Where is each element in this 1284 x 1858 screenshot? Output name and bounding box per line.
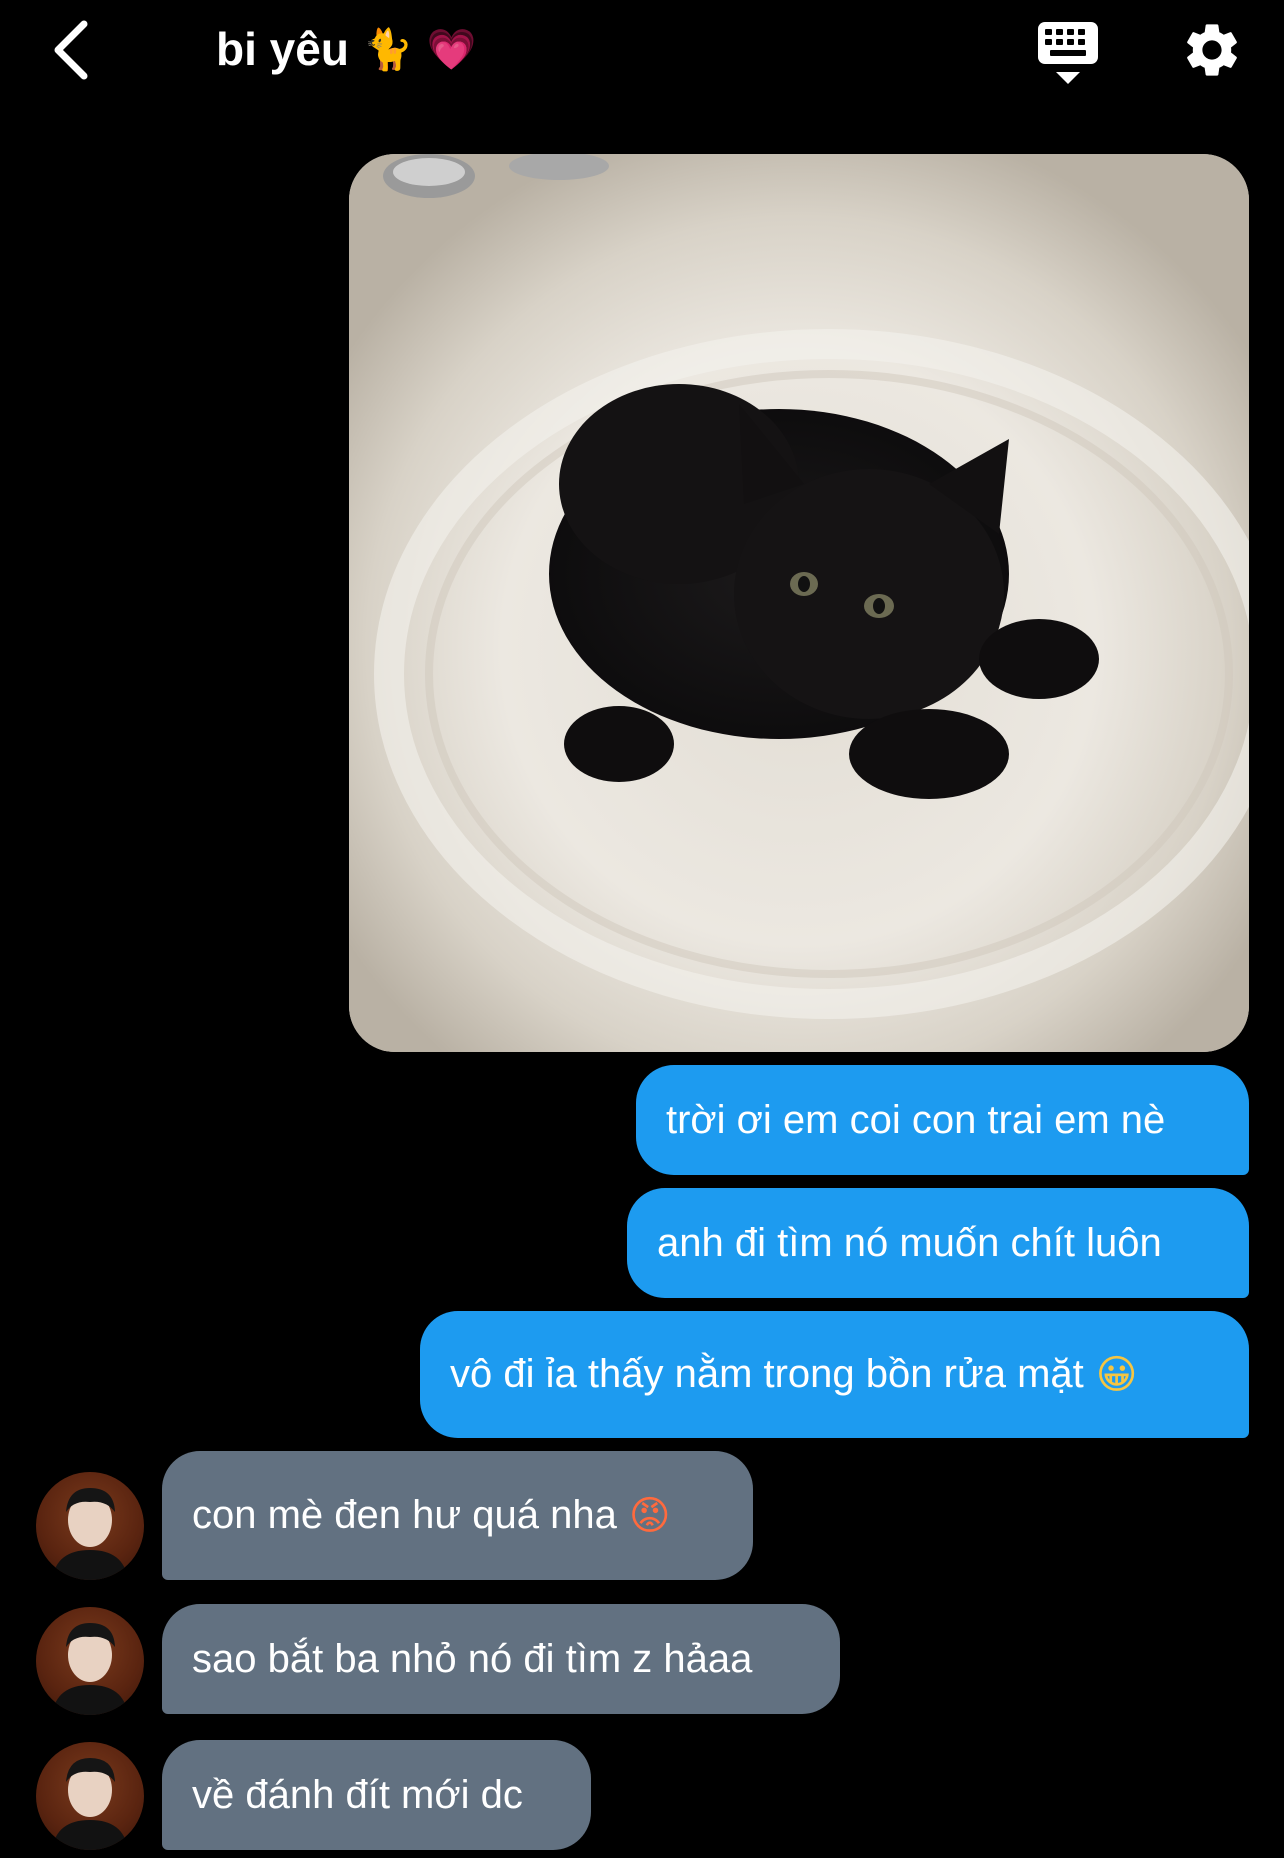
incoming-message[interactable]: về đánh đít mới dc [162,1740,591,1850]
avatar[interactable] [36,1607,144,1715]
conversation-title[interactable]: bi yêu 🐈 💗 [216,22,477,76]
incoming-message[interactable]: sao bắt ba nhỏ nó đi tìm z hảaa [162,1604,840,1714]
message-text: vô đi ỉa thấy nằm trong bồn rửa mặt [450,1352,1084,1396]
conversation-header: bi yêu 🐈 💗 [0,0,1284,110]
keyboard-button[interactable] [1036,18,1100,86]
person-photo [52,1758,128,1850]
keyboard-icon [1038,22,1098,84]
message-text: về đánh đít mới dc [192,1772,523,1817]
settings-button[interactable] [1180,18,1244,82]
incoming-message[interactable]: con mè đen hư quá nha 😡 [162,1451,753,1580]
heart-emoji: 💗 [426,26,477,73]
angry-emoji: 😡 [628,1492,671,1539]
message-text: con mè đen hư quá nha [192,1493,617,1537]
chevron-left-icon [54,20,88,80]
message-text: trời ơi em coi con trai em nè [666,1097,1166,1142]
contact-name: bi yêu [216,23,349,75]
message-text: anh đi tìm nó muốn chít luôn [657,1220,1162,1265]
person-photo [52,1623,128,1715]
outgoing-message[interactable]: anh đi tìm nó muốn chít luôn [627,1188,1249,1298]
back-button[interactable] [40,12,100,88]
message-text: sao bắt ba nhỏ nó đi tìm z hảaa [192,1636,753,1681]
image-message[interactable] [349,154,1249,1052]
avatar[interactable] [36,1472,144,1580]
avatar[interactable] [36,1742,144,1850]
kitten-photo [349,154,1249,1052]
outgoing-message[interactable]: vô đi ỉa thấy nằm trong bồn rửa mặt 😀 [420,1311,1249,1438]
gear-icon [1187,24,1237,76]
cat-emoji: 🐈 [362,26,413,73]
person-photo [52,1488,128,1580]
outgoing-message[interactable]: trời ơi em coi con trai em nè [636,1065,1249,1175]
grinning-emoji: 😀 [1095,1351,1138,1398]
